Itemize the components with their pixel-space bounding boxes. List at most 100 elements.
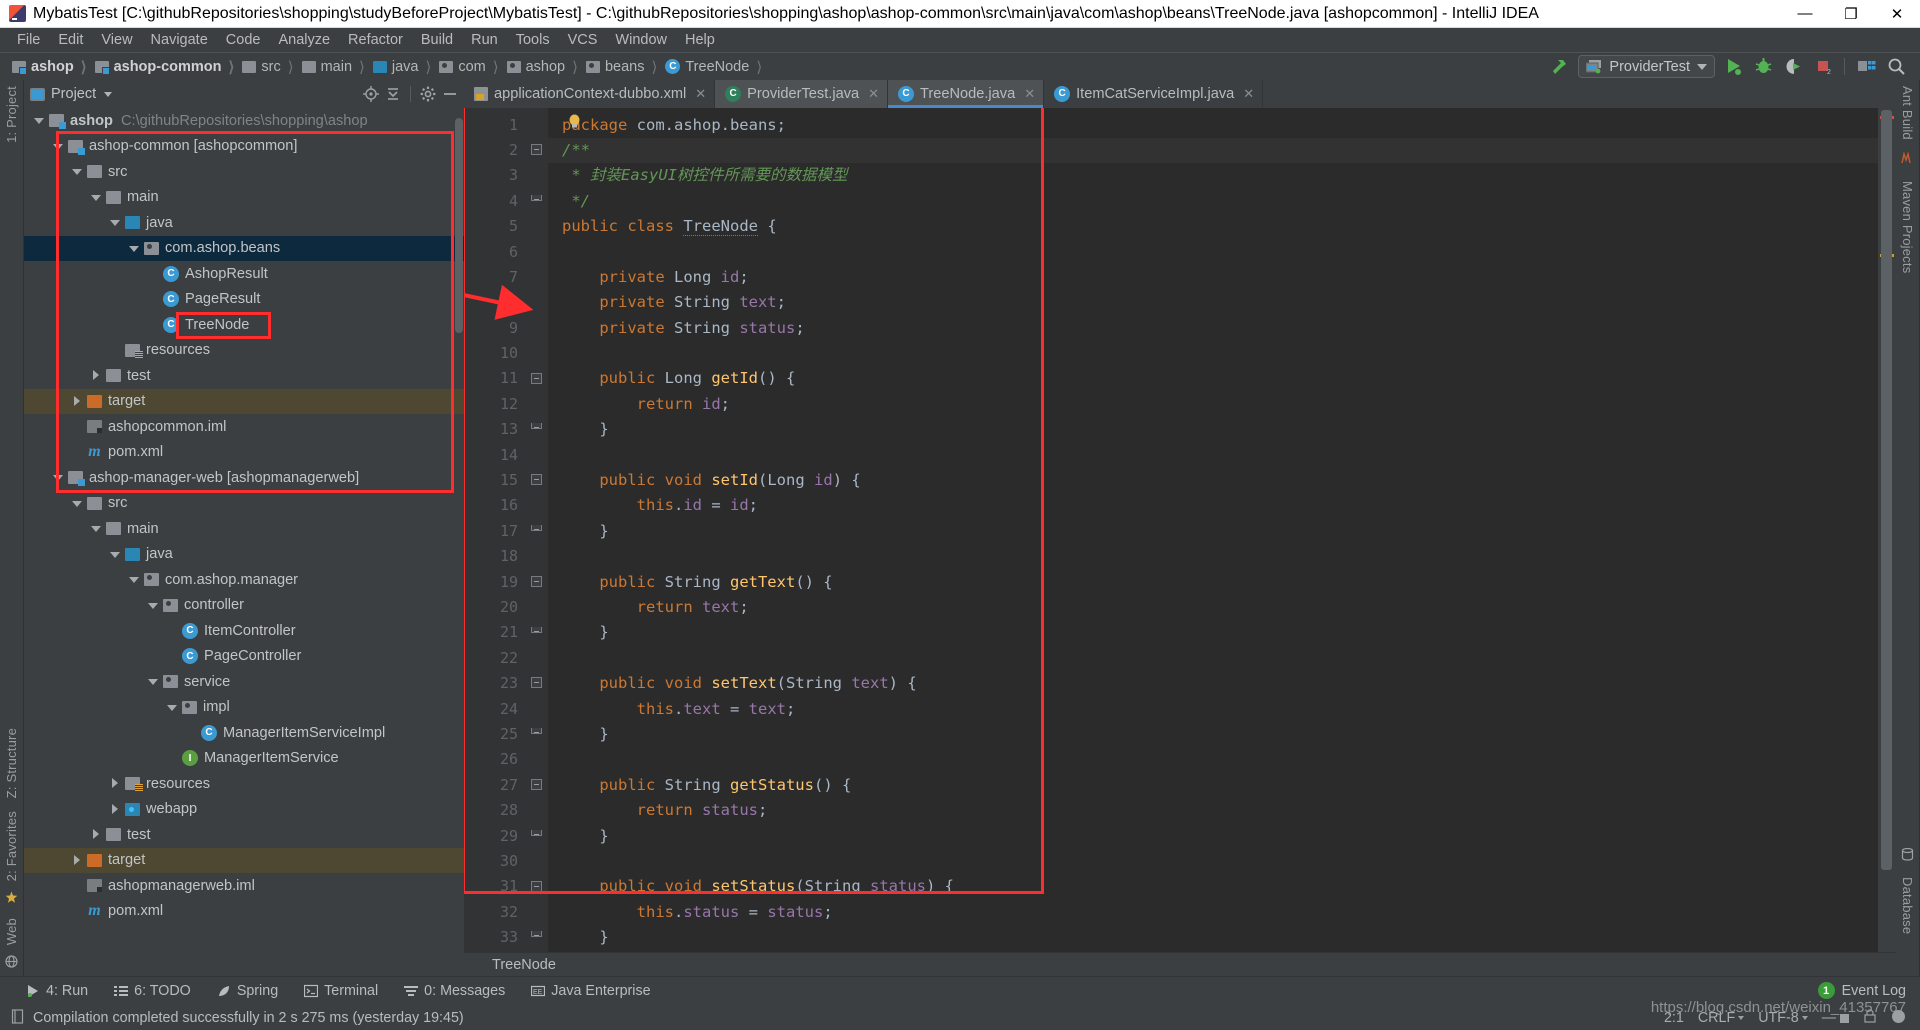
- tree-row[interactable]: src: [24, 159, 464, 185]
- toolwindow-java-enterprise[interactable]: EE Java Enterprise: [531, 983, 651, 999]
- breadcrumb-java[interactable]: java ⟩: [367, 55, 433, 79]
- tool-window-bar[interactable]: 4: Run 6: TODO Spring Terminal 0: Messag…: [0, 976, 1920, 1004]
- editor-marker-scrollbar[interactable]: [1878, 107, 1896, 953]
- code-line[interactable]: return text;: [548, 595, 1878, 620]
- tab-ItemCatServiceImpl-java[interactable]: C ItemCatServiceImpl.java ✕: [1044, 80, 1264, 108]
- tree-row[interactable]: resources: [24, 338, 464, 364]
- menu-refactor[interactable]: Refactor: [339, 30, 412, 50]
- tree-row[interactable]: java: [24, 542, 464, 568]
- code-line[interactable]: public String getStatus() {: [548, 773, 1878, 798]
- code-line[interactable]: public Long getId() {: [548, 366, 1878, 391]
- code-line[interactable]: [548, 240, 1878, 265]
- chevron-down-icon[interactable]: [148, 676, 159, 687]
- chevron-right-icon[interactable]: [91, 829, 102, 840]
- editor-breadcrumb-bar[interactable]: TreeNode: [464, 952, 1896, 976]
- hide-icon[interactable]: [442, 86, 458, 102]
- project-tree[interactable]: ashop C:\githubRepositories\shopping\asho…: [24, 108, 464, 976]
- encoding-selector[interactable]: UTF-8: [1758, 1010, 1808, 1026]
- project-structure-button[interactable]: [1854, 55, 1878, 79]
- fold-end-marker[interactable]: [531, 524, 542, 531]
- tree-row[interactable]: main: [24, 516, 464, 542]
- fold-end-marker[interactable]: [531, 423, 542, 430]
- tree-row[interactable]: java: [24, 210, 464, 236]
- code-line[interactable]: this.text = text;: [548, 697, 1878, 722]
- tree-row[interactable]: C TreeNode: [24, 312, 464, 338]
- fold-start-marker[interactable]: [531, 880, 542, 892]
- chevron-right-icon[interactable]: [110, 778, 121, 789]
- fold-end-marker[interactable]: [531, 194, 542, 201]
- search-icon[interactable]: [1884, 55, 1908, 79]
- menu-edit[interactable]: Edit: [49, 30, 92, 50]
- status-bar[interactable]: Compilation completed successfully in 2 …: [0, 999, 1920, 1030]
- tree-row[interactable]: com.ashop.beans: [24, 235, 464, 261]
- code-line[interactable]: private String text;: [548, 290, 1878, 315]
- rail-item-structure[interactable]: Z: Structure: [4, 722, 19, 804]
- chevron-down-icon[interactable]: [110, 549, 121, 560]
- chevron-down-icon[interactable]: [129, 243, 140, 254]
- tree-row[interactable]: C ItemController: [24, 618, 464, 644]
- breadcrumb-com[interactable]: com ⟩: [433, 55, 500, 79]
- tab-applicationContext-dubbo-xml[interactable]: applicationContext-dubbo.xml ✕: [464, 80, 716, 108]
- code-line[interactable]: [548, 747, 1878, 772]
- project-tool-window[interactable]: Project ashop C:\githubRepositories\shopp…: [24, 80, 464, 976]
- close-icon[interactable]: ✕: [695, 86, 706, 102]
- rail-item-ant-build[interactable]: Ant Build: [1900, 80, 1915, 146]
- tree-row[interactable]: C ManagerItemServiceImpl: [24, 720, 464, 746]
- settings-gear-icon[interactable]: [420, 86, 436, 102]
- code-line[interactable]: }: [548, 620, 1878, 645]
- code-line[interactable]: public String getText() {: [548, 570, 1878, 595]
- code-folding-gutter[interactable]: [526, 107, 548, 953]
- window-controls[interactable]: — ❐ ✕: [1782, 0, 1920, 28]
- chevron-right-icon[interactable]: [72, 854, 83, 866]
- tree-row[interactable]: ashopcommon.iml: [24, 414, 464, 440]
- menu-help[interactable]: Help: [676, 30, 724, 50]
- code-editor[interactable]: 1 2 3 4 5 6 7 8 9 10 11 12 13 14 15 16 17 18 19 20 21 22 23 24 2…: [464, 107, 1896, 953]
- code-line[interactable]: [548, 950, 1878, 952]
- memory-indicator-icon[interactable]: [1891, 1009, 1906, 1028]
- code-text-area[interactable]: package com.ashop.beans;/** * 封装EasyUI树控…: [548, 107, 1878, 953]
- chevron-down-icon[interactable]: [104, 91, 113, 97]
- fold-start-marker[interactable]: [531, 474, 542, 486]
- code-line[interactable]: return id;: [548, 392, 1878, 417]
- code-line[interactable]: }: [548, 722, 1878, 747]
- code-line[interactable]: public void setStatus(String status) {: [548, 874, 1878, 899]
- line-separator-selector[interactable]: CRLF: [1698, 1010, 1745, 1026]
- rail-item-maven-projects[interactable]: Maven Projects: [1900, 175, 1915, 279]
- chevron-down-icon[interactable]: [72, 498, 83, 509]
- code-line[interactable]: public void setText(String text) {: [548, 671, 1878, 696]
- fold-start-marker[interactable]: [531, 143, 542, 155]
- code-line[interactable]: this.id = id;: [548, 493, 1878, 518]
- tab-TreeNode-java[interactable]: C TreeNode.java ✕: [888, 80, 1045, 108]
- code-line[interactable]: this.status = status;: [548, 900, 1878, 925]
- run-button[interactable]: [1721, 55, 1745, 79]
- breadcrumb-src[interactable]: src ⟩: [236, 55, 295, 79]
- run-configuration-selector[interactable]: ProviderTest: [1578, 55, 1715, 78]
- indent-selector[interactable]: —: [1822, 1010, 1849, 1026]
- minimize-button[interactable]: —: [1782, 0, 1828, 28]
- toolwindow-terminal[interactable]: Terminal: [304, 983, 378, 999]
- tree-row[interactable]: ashop-common [ashopcommon]: [24, 134, 464, 160]
- tree-row[interactable]: com.ashop.manager: [24, 567, 464, 593]
- fold-start-marker[interactable]: [531, 778, 542, 790]
- intention-bulb-icon[interactable]: [568, 114, 581, 129]
- tree-row[interactable]: m pom.xml: [24, 440, 464, 466]
- close-icon[interactable]: ✕: [1243, 86, 1254, 102]
- fold-start-marker[interactable]: [531, 575, 542, 587]
- chevron-right-icon[interactable]: [91, 370, 102, 381]
- status-bar-right[interactable]: 2:1 CRLF UTF-8 —: [1664, 1009, 1920, 1028]
- fold-end-marker[interactable]: [531, 728, 542, 735]
- menu-file[interactable]: File: [8, 30, 49, 50]
- tree-row[interactable]: webapp: [24, 797, 464, 823]
- editor-tab-bar[interactable]: applicationContext-dubbo.xml ✕ C Provide…: [464, 80, 1896, 108]
- code-line[interactable]: [548, 849, 1878, 874]
- breadcrumb-ashop[interactable]: ashop ⟩: [6, 55, 89, 79]
- tree-row[interactable]: test: [24, 822, 464, 848]
- code-line[interactable]: public class TreeNode {: [548, 214, 1878, 239]
- code-line[interactable]: [548, 646, 1878, 671]
- toolwindow-run[interactable]: 4: Run: [26, 983, 88, 999]
- menu-tools[interactable]: Tools: [507, 30, 559, 50]
- menu-code[interactable]: Code: [217, 30, 270, 50]
- menu-run[interactable]: Run: [462, 30, 507, 50]
- code-line[interactable]: private Long id;: [548, 265, 1878, 290]
- menu-analyze[interactable]: Analyze: [269, 30, 339, 50]
